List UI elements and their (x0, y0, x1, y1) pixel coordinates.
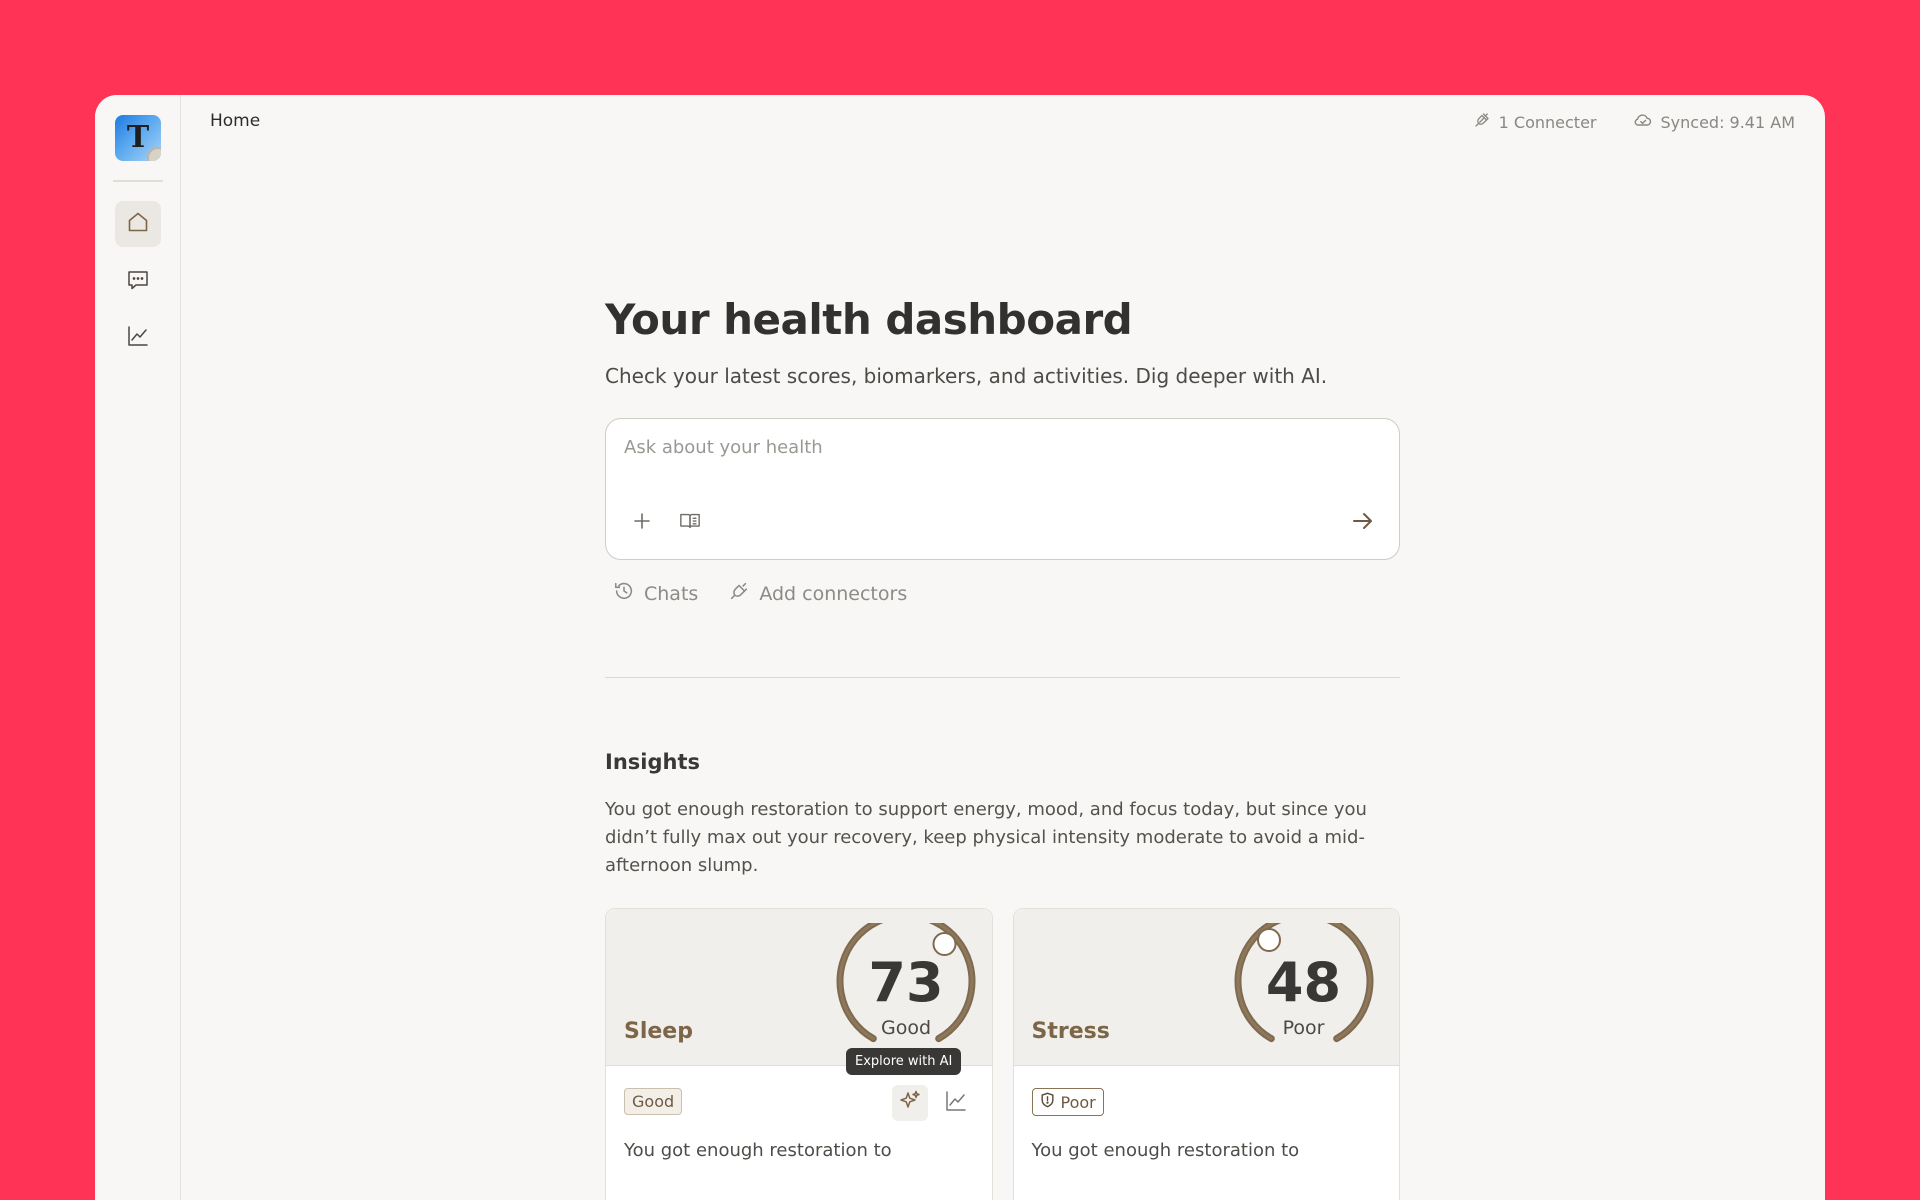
stress-card-label: Stress (1031, 1019, 1110, 1044)
quick-links: Chats Add connectors (605, 580, 1400, 607)
chats-link-label: Chats (644, 582, 699, 605)
send-button[interactable] (1349, 509, 1377, 537)
ask-input[interactable] (624, 437, 1324, 458)
main-content: Your health dashboard Check your latest … (605, 295, 1400, 1200)
breadcrumb[interactable]: Home (210, 111, 260, 131)
stress-gauge: 48 Poor (1229, 923, 1379, 1053)
stress-card-text: You got enough restoration to (1031, 1140, 1300, 1161)
sidebar-item-trends[interactable] (115, 315, 161, 361)
sidebar-item-chats[interactable] (115, 259, 161, 305)
add-connectors-link[interactable]: Add connectors (728, 580, 907, 607)
sleep-card-header: Sleep 73 Good (606, 909, 992, 1066)
chat-icon (126, 268, 150, 296)
sidebar-divider (113, 180, 163, 182)
stress-gauge-knob (1256, 928, 1281, 952)
plug-icon (1473, 111, 1491, 133)
app-window: T Home 1 Connecter Synced: 9.41 AM Your … (95, 95, 1825, 1200)
home-icon (126, 210, 150, 238)
chats-link[interactable]: Chats (613, 580, 698, 607)
connector-status[interactable]: 1 Connecter (1473, 111, 1597, 133)
sidebar-item-home[interactable] (115, 201, 161, 247)
shield-alert-icon (1040, 1092, 1055, 1112)
stress-card-header: Stress 48 Poor (1013, 909, 1399, 1066)
sync-label: Synced: 9.41 AM (1660, 112, 1796, 132)
book-icon (679, 511, 701, 535)
app-logo[interactable]: T (115, 115, 161, 161)
add-connectors-label: Add connectors (759, 582, 908, 605)
insights-text: You got enough restoration to support en… (605, 799, 1367, 876)
page-title: Your health dashboard (605, 295, 1133, 344)
plug-icon (728, 580, 750, 607)
sidebar: T (95, 95, 181, 1200)
sleep-rating: Good (880, 1017, 932, 1039)
sleep-trend-button[interactable] (938, 1085, 974, 1121)
score-cards: Sleep 73 Good Explore with AI Good You g… (605, 908, 1400, 1200)
stress-badge-label: Poor (1060, 1092, 1096, 1112)
explore-ai-button[interactable] (891, 1085, 928, 1121)
sparkle-icon (898, 1089, 922, 1117)
sleep-card-text: You got enough restoration to (624, 1140, 892, 1161)
connector-label: 1 Connecter (1498, 112, 1597, 132)
chart-icon (126, 324, 150, 352)
page-subtitle: Check your latest scores, biomarkers, an… (605, 364, 1328, 388)
arrow-right-icon (1352, 511, 1374, 535)
attach-button[interactable] (628, 509, 656, 537)
sleep-gauge: 73 Good (831, 923, 981, 1053)
plus-icon (632, 511, 652, 535)
chart-icon (944, 1089, 968, 1117)
ask-box (605, 418, 1400, 560)
cloud-check-icon (1633, 111, 1653, 133)
sleep-score: 73 (868, 951, 944, 1014)
sleep-card[interactable]: Sleep 73 Good Explore with AI Good You g… (605, 908, 993, 1200)
sleep-card-label: Sleep (624, 1019, 693, 1044)
stress-score: 48 (1265, 951, 1342, 1014)
stress-rating: Poor (1282, 1017, 1325, 1039)
topbar-status: 1 Connecter Synced: 9.41 AM (1473, 111, 1795, 133)
sleep-card-actions (891, 1085, 974, 1121)
sleep-status-badge: Good (624, 1088, 683, 1115)
library-button[interactable] (676, 509, 704, 537)
stress-card[interactable]: Stress 48 Poor Poor You got enough resto… (1012, 908, 1400, 1200)
section-divider (605, 677, 1400, 678)
insights-heading: Insights (605, 750, 700, 774)
history-icon (613, 580, 635, 607)
sync-status[interactable]: Synced: 9.41 AM (1633, 111, 1796, 133)
stress-status-badge: Poor (1031, 1088, 1104, 1116)
explore-ai-tooltip: Explore with AI (846, 1048, 962, 1075)
